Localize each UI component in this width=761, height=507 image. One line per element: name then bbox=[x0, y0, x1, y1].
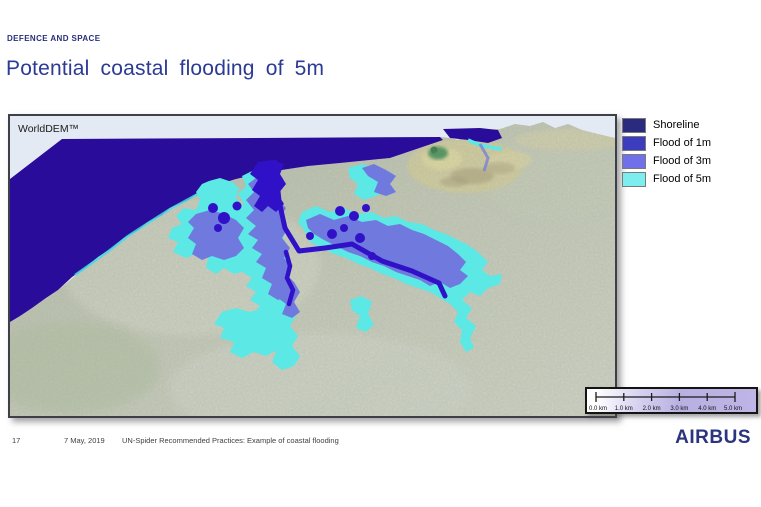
worlddem-map-image: WorldDEM™ bbox=[8, 114, 617, 418]
legend-item-flood-3m: Flood of 3m bbox=[622, 154, 711, 169]
scale-label-3km: 3.0 km bbox=[670, 406, 688, 412]
legend-item-shoreline: Shoreline bbox=[622, 118, 711, 133]
flood-1m-swatch bbox=[622, 136, 646, 151]
scale-label-1km: 1.0 km bbox=[615, 406, 633, 412]
legend-label: Shoreline bbox=[653, 119, 700, 131]
flood-5m-swatch bbox=[622, 172, 646, 187]
legend-label: Flood of 3m bbox=[653, 155, 712, 167]
slide-date: 7 May, 2019 bbox=[64, 436, 105, 445]
slide-title: Potential coastal flooding of 5m bbox=[6, 57, 325, 80]
scale-label-2km: 2.0 km bbox=[643, 406, 661, 412]
scale-label-0km: 0.0 km bbox=[589, 406, 607, 412]
legend: Shoreline Flood of 1m Flood of 3m Flood … bbox=[622, 118, 711, 190]
scale-label-5km: 5.0 km bbox=[724, 406, 742, 412]
scale-bar: 0.0 km 1.0 km 2.0 km 3.0 km 4.0 km 5.0 k… bbox=[585, 387, 758, 414]
legend-item-flood-5m: Flood of 5m bbox=[622, 172, 711, 187]
scale-label-4km: 4.0 km bbox=[698, 406, 716, 412]
legend-label: Flood of 5m bbox=[653, 173, 712, 185]
airbus-logo: AIRBUS bbox=[675, 427, 751, 448]
legend-item-flood-1m: Flood of 1m bbox=[622, 136, 711, 151]
scale-bar-graphic: 0.0 km 1.0 km 2.0 km 3.0 km 4.0 km 5.0 k… bbox=[589, 392, 742, 412]
slide-reference-note: UN-Spider Recommended Practices: Example… bbox=[122, 436, 339, 445]
flood-3m-swatch bbox=[622, 154, 646, 169]
defence-and-space-label: DEFENCE AND SPACE bbox=[7, 34, 101, 43]
terrain-3d-render: WorldDEM™ bbox=[10, 116, 615, 416]
legend-label: Flood of 1m bbox=[653, 137, 712, 149]
map-source-label: WorldDEM™ bbox=[18, 123, 79, 135]
shoreline-swatch bbox=[622, 118, 646, 133]
slide-number: 17 bbox=[12, 436, 21, 445]
